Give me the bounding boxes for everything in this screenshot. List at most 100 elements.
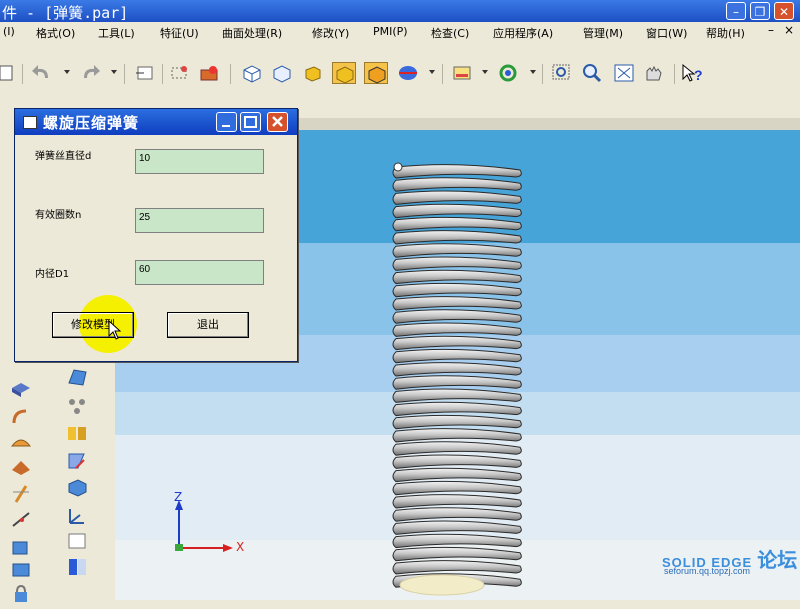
wire-diameter-input[interactable]: 10	[135, 149, 264, 174]
spring-coil	[392, 480, 522, 496]
spring-coil	[392, 560, 522, 575]
window-title: 件 - [弹簧.par]	[2, 4, 129, 22]
dialog-title: 螺旋压缩弹簧	[43, 114, 140, 132]
spring-coil	[392, 533, 522, 549]
spring-coil	[392, 269, 522, 285]
inner-diameter-input[interactable]: 60	[135, 260, 264, 285]
menu-item-help[interactable]: 帮助(H)	[706, 25, 745, 41]
menu-item-tools[interactable]: 工具(L)	[98, 25, 135, 41]
restore-button[interactable]: ❐	[750, 2, 770, 20]
spring-dialog: 螺旋压缩弹簧 弹簧丝直径d 10 有效圈数n 25 内径D1 60 修改模型 退…	[14, 108, 298, 362]
menu-item-modify[interactable]: 修改(Y)	[312, 25, 349, 41]
redo-icon[interactable]	[78, 62, 102, 84]
zoom-area-icon[interactable]	[550, 62, 574, 84]
menu-item-manage[interactable]: 管理(M)	[583, 25, 623, 41]
menu-bar: (I) 格式(O) 工具(L) 特征(U) 曲面处理(R) 修改(Y) PMI(…	[0, 22, 800, 42]
watermark-forum: 论坛	[757, 548, 798, 572]
wire-diameter-label: 弹簧丝直径d	[35, 151, 92, 162]
active-coils-input[interactable]: 25	[135, 208, 264, 233]
dialog-close-button[interactable]	[267, 112, 288, 132]
select-tool-icon[interactable]	[134, 62, 158, 84]
part-library-icon[interactable]	[198, 62, 222, 84]
close-button[interactable]: ✕	[774, 2, 794, 20]
exit-button[interactable]: 退出	[167, 312, 249, 338]
pan-icon[interactable]	[642, 62, 666, 84]
window-title-bar: 件 - [弹簧.par] – ❐ ✕	[0, 0, 800, 22]
spring-coil	[392, 454, 522, 469]
menu-item-applications[interactable]: 应用程序(A)	[493, 25, 553, 41]
undo-icon[interactable]	[30, 62, 54, 84]
lock-icon[interactable]	[10, 583, 32, 605]
mouse-cursor-icon	[108, 320, 122, 340]
view-orient-icon[interactable]	[396, 62, 420, 84]
spring-coil	[392, 520, 522, 535]
menu-close-icon[interactable]: ×	[784, 23, 794, 37]
fit-view-icon[interactable]	[612, 62, 636, 84]
surface-tool-icon[interactable]	[66, 366, 88, 388]
render-icon[interactable]	[450, 62, 474, 84]
spring-coil	[392, 414, 522, 430]
menu-item-surfacing[interactable]: 曲面处理(R)	[222, 25, 282, 41]
sketch-icon[interactable]	[168, 62, 192, 84]
spring-coil	[392, 282, 522, 298]
spring-coil	[392, 256, 522, 271]
sweep-tool-icon[interactable]	[10, 405, 32, 427]
spring-coil	[392, 428, 522, 443]
spring-coil	[392, 322, 522, 337]
pattern-tool-icon[interactable]	[66, 396, 88, 418]
spring-coil	[392, 348, 522, 364]
coordinate-system-icon[interactable]	[66, 505, 88, 527]
line-tool-icon[interactable]	[10, 508, 32, 530]
svg-text:?: ?	[694, 67, 703, 83]
main-toolbar: ?	[0, 56, 800, 91]
dialog-maximize-button[interactable]	[240, 112, 261, 132]
spring-model[interactable]	[380, 155, 540, 600]
shaded-edges-view-icon[interactable]	[364, 62, 388, 84]
rotate-view-icon[interactable]	[496, 62, 520, 84]
loft-tool-icon[interactable]	[10, 430, 32, 452]
wireframe-view-icon[interactable]	[270, 62, 294, 84]
minimize-button[interactable]: –	[726, 2, 746, 20]
watermark-url: seforum.qq.topzj.com	[664, 566, 751, 576]
sketch-plane-icon[interactable]	[66, 530, 88, 552]
spring-coil	[392, 507, 522, 522]
menu-item-format[interactable]: 格式(O)	[36, 25, 75, 41]
spring-coil	[392, 362, 522, 377]
menu-item-pmi[interactable]: PMI(P)	[373, 25, 408, 38]
mirror-tool-icon[interactable]	[66, 422, 88, 444]
extrude-tool-icon[interactable]	[10, 378, 32, 400]
rib-tool-icon[interactable]	[10, 455, 32, 477]
zoom-icon[interactable]	[580, 62, 604, 84]
spring-coil	[392, 296, 522, 311]
shaded-cube-icon[interactable]	[300, 62, 324, 84]
draft-tool-icon[interactable]	[66, 450, 88, 472]
shaded-view-icon[interactable]	[332, 62, 356, 84]
spring-coil	[392, 309, 522, 324]
spring-coil	[392, 203, 522, 219]
spring-end-point	[393, 162, 403, 172]
spring-coil	[392, 494, 522, 509]
menu-minimize-icon[interactable]: –	[768, 23, 774, 37]
spring-coil	[392, 190, 522, 205]
shell-tool-icon[interactable]	[66, 476, 88, 498]
menu-item-inspect[interactable]: 检查(C)	[431, 25, 469, 41]
plane-tool-icon[interactable]	[10, 536, 32, 558]
paste-icon[interactable]	[0, 62, 24, 84]
thread-tool-icon[interactable]	[10, 482, 32, 504]
spring-coil	[392, 335, 522, 351]
dialog-title-bar: 螺旋压缩弹簧	[15, 109, 297, 135]
part-icon[interactable]	[10, 560, 32, 582]
spring-coil	[392, 546, 522, 562]
menu-item-window[interactable]: 窗口(W)	[646, 25, 687, 41]
spring-coil	[392, 216, 522, 232]
iso-view-icon[interactable]	[240, 62, 264, 84]
watermark: SOLID EDGE 论坛 seforum.qq.topzj.com	[662, 544, 798, 576]
x-axis-label: X	[236, 540, 245, 554]
spring-coil	[392, 388, 522, 403]
menu-item-i[interactable]: (I)	[3, 25, 15, 38]
dialog-minimize-button[interactable]	[216, 112, 237, 132]
menu-item-features[interactable]: 特征(U)	[160, 25, 199, 41]
variable-table-icon[interactable]	[66, 556, 88, 578]
spring-coil	[392, 441, 522, 456]
whats-this-help-icon[interactable]: ?	[680, 62, 704, 84]
